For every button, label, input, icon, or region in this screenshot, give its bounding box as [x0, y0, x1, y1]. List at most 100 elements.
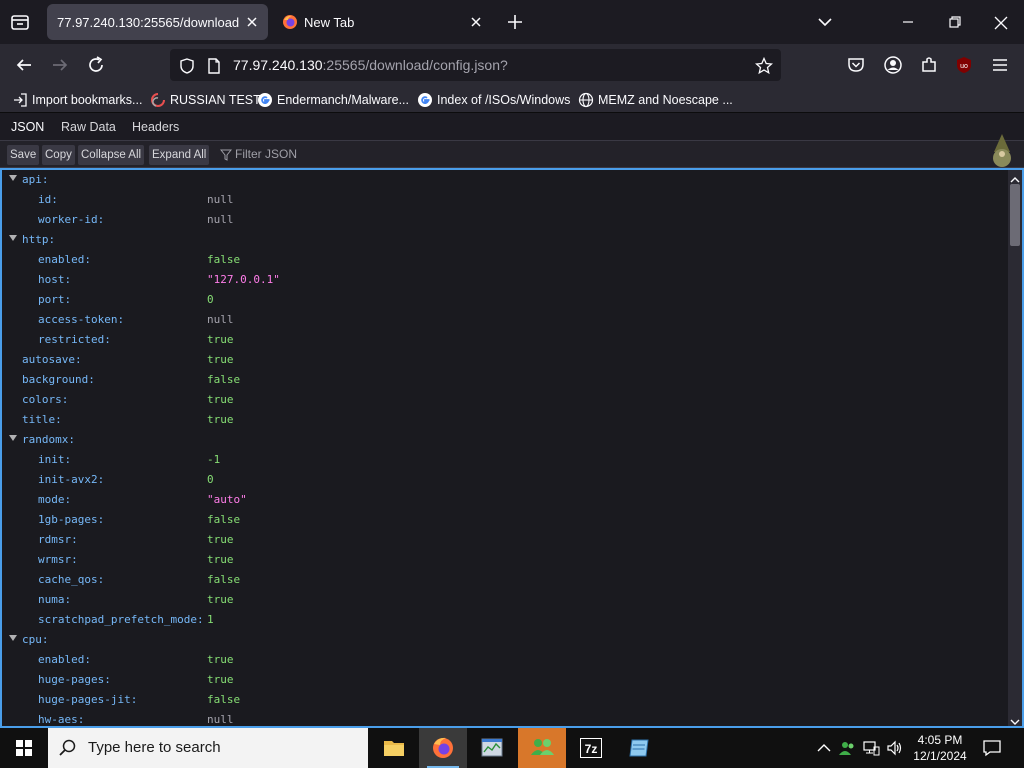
taskbar-search-box[interactable]: Type here to search: [48, 728, 368, 768]
tab-new-tab[interactable]: New Tab: [276, 4, 490, 40]
tab-headers[interactable]: Headers: [132, 120, 179, 134]
vertical-scrollbar[interactable]: [1008, 170, 1022, 726]
pocket-icon[interactable]: [845, 54, 867, 76]
json-value: null: [207, 713, 234, 726]
bookmark-russian-test[interactable]: RUSSIAN TEST: [150, 90, 261, 110]
json-toolbar: Save Copy Collapse All Expand All Filter…: [0, 141, 1024, 168]
expand-toggle-icon[interactable]: [9, 435, 17, 441]
copy-button[interactable]: Copy: [42, 145, 75, 165]
firefox-icon: [282, 14, 298, 30]
json-value-row: host: "127.0.0.1": [2, 270, 1008, 290]
tab-title: 77.97.240.130:25565/download/config.json…: [57, 15, 239, 30]
clock[interactable]: 4:05 PM 12/1/2024: [910, 732, 970, 764]
tab-raw-data[interactable]: Raw Data: [61, 120, 116, 134]
chevron-up-icon[interactable]: [815, 739, 833, 757]
ublock-origin-icon[interactable]: uo: [953, 54, 975, 76]
back-arrow-icon[interactable]: [13, 54, 35, 76]
scroll-down-icon[interactable]: [1010, 714, 1020, 725]
json-value: 0: [207, 293, 214, 306]
expand-toggle-icon[interactable]: [9, 235, 17, 241]
firefox-icon[interactable]: [419, 728, 467, 768]
minimize-icon[interactable]: [898, 12, 918, 32]
json-key: restricted:: [38, 333, 111, 346]
tab-config-json[interactable]: 77.97.240.130:25565/download/config.json…: [47, 4, 268, 40]
google-icon: [417, 92, 433, 108]
people-icon[interactable]: [518, 728, 566, 768]
json-value: null: [207, 313, 234, 326]
filter-icon: [219, 148, 233, 161]
bookmark-label: Index of /ISOs/Windows: [437, 93, 571, 107]
json-value: false: [207, 693, 241, 706]
json-key: 1gb-pages:: [38, 513, 105, 526]
json-object-row[interactable]: cpu:: [2, 630, 1008, 650]
bookmark-star-icon[interactable]: [754, 56, 774, 75]
json-value-row: scratchpad_prefetch_mode: 1: [2, 610, 1008, 630]
json-key: background:: [22, 373, 95, 386]
json-key: enabled:: [38, 653, 91, 666]
json-value-row: id: null: [2, 190, 1008, 210]
address-bar[interactable]: 77.97.240.130:25565/download/config.json…: [170, 49, 781, 81]
bookmarks-toolbar: Import bookmarks... RUSSIAN TEST Enderma…: [0, 86, 1024, 113]
svg-text:7z: 7z: [585, 742, 598, 756]
bookmark-index-isos[interactable]: Index of /ISOs/Windows: [417, 90, 570, 110]
hamburger-menu-icon[interactable]: [989, 54, 1011, 76]
filter-json-input[interactable]: Filter JSON: [235, 147, 297, 161]
shield-icon[interactable]: [178, 57, 196, 75]
close-icon[interactable]: [467, 13, 485, 31]
expand-all-button[interactable]: Expand All: [149, 145, 210, 165]
people-tray-icon[interactable]: [838, 739, 856, 757]
bookmark-import[interactable]: Import bookmarks...: [12, 90, 142, 110]
scrollbar-thumb[interactable]: [1010, 184, 1020, 246]
page-icon[interactable]: [205, 57, 223, 75]
search-placeholder: Type here to search: [88, 739, 221, 756]
bookmark-label: Endermanch/Malware...: [277, 93, 410, 107]
notification-icon[interactable]: [982, 738, 1002, 758]
json-key: http:: [22, 233, 56, 246]
forward-arrow-icon[interactable]: [49, 54, 71, 76]
redirect-icon: [150, 92, 166, 108]
collapse-all-button[interactable]: Collapse All: [78, 145, 145, 165]
new-tab-plus-icon[interactable]: [504, 11, 526, 33]
json-object-row[interactable]: http:: [2, 230, 1008, 250]
firefox-view-icon[interactable]: [8, 10, 32, 34]
import-icon: [12, 92, 28, 108]
json-key: cache_qos:: [38, 573, 105, 586]
json-value-row: init: -1: [2, 450, 1008, 470]
json-key: huge-pages:: [38, 673, 111, 686]
7zip-icon[interactable]: 7z: [567, 728, 615, 768]
json-value-row: huge-pages: true: [2, 670, 1008, 690]
json-key: scratchpad_prefetch_mode:: [38, 613, 204, 626]
volume-icon[interactable]: [886, 739, 904, 757]
json-value-row: wrmsr: true: [2, 550, 1008, 570]
close-icon[interactable]: [243, 13, 261, 31]
scroll-up-icon[interactable]: [1010, 172, 1020, 183]
navigation-toolbar: 77.97.240.130:25565/download/config.json…: [0, 44, 1024, 86]
json-value-row: mode: "auto": [2, 490, 1008, 510]
expand-toggle-icon[interactable]: [9, 635, 17, 641]
json-value: null: [207, 213, 234, 226]
json-value: true: [207, 413, 234, 426]
tab-json[interactable]: JSON: [11, 120, 44, 134]
window-close-icon[interactable]: [990, 12, 1012, 34]
extensions-icon[interactable]: [918, 54, 940, 76]
account-icon[interactable]: [882, 54, 904, 76]
json-value-row: enabled: true: [2, 650, 1008, 670]
chevron-down-icon[interactable]: [815, 12, 835, 32]
file-explorer-icon[interactable]: [370, 728, 418, 768]
save-button[interactable]: Save: [7, 145, 40, 165]
expand-toggle-icon[interactable]: [9, 175, 17, 181]
json-key: host:: [38, 273, 72, 286]
restore-icon[interactable]: [945, 12, 965, 32]
bookmark-memz[interactable]: MEMZ and Noescape ...: [578, 90, 733, 110]
json-object-row[interactable]: randomx:: [2, 430, 1008, 450]
json-key: cpu:: [22, 633, 49, 646]
windows-start-icon[interactable]: [0, 728, 48, 768]
bookmark-endermanch[interactable]: Endermanch/Malware...: [257, 90, 409, 110]
url-text[interactable]: 77.97.240.130:25565/download/config.json…: [233, 57, 508, 73]
task-manager-icon[interactable]: [468, 728, 516, 768]
network-icon[interactable]: [862, 739, 880, 757]
notepad-icon[interactable]: [616, 728, 664, 768]
reload-icon[interactable]: [85, 54, 107, 76]
json-object-row[interactable]: api:: [2, 170, 1008, 190]
json-value: false: [207, 513, 241, 526]
